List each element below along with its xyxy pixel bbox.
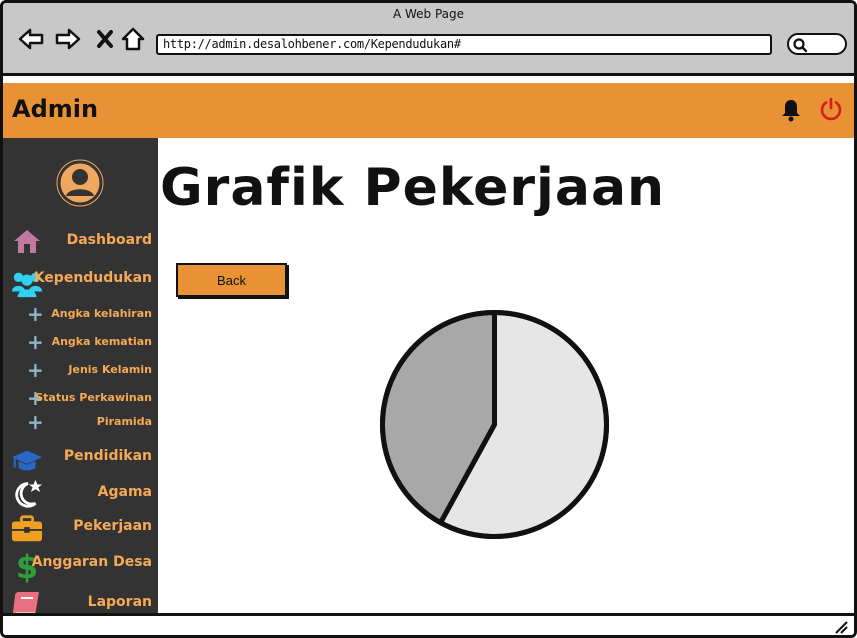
sidebar-item-anggaran-desa[interactable]: $ Anggaran Desa [3,548,158,583]
window-title: A Web Page [392,7,465,21]
status-bar [3,613,854,635]
sidebar-item-pendidikan[interactable]: Pendidikan [3,442,158,472]
sidebar-subitem-status-perkawinan[interactable]: + Status Perkawinan [3,388,158,410]
browser-window: A Web Page http://admin.desalohbener.com… [0,0,857,638]
page-title: Grafik Pekerjaan [160,158,666,218]
app-header: Admin [3,83,854,138]
sidebar-item-pekerjaan[interactable]: Pekerjaan [3,512,158,542]
sidebar-subitem-angka-kematian[interactable]: + Angka kematian [3,332,158,354]
moon-star-icon [11,478,43,508]
sidebar-item-label: Pekerjaan [73,518,152,534]
bell-icon[interactable] [779,98,803,122]
sidebar: Dashboard Kependudukan + Angka kelahiran… [3,138,158,623]
power-icon[interactable] [819,97,843,121]
home-icon [11,226,43,256]
graduation-cap-icon [11,446,43,476]
sidebar-item-kependudukan[interactable]: Kependudukan [3,264,158,298]
back-button[interactable]: Back [176,263,287,297]
plus-icon: + [27,410,44,434]
sidebar-item-agama[interactable]: Agama [3,478,158,508]
sidebar-subitem-label: Jenis Kelamin [68,363,152,376]
sidebar-item-label: Kependudukan [33,270,152,286]
sidebar-item-label: Pendidikan [63,448,152,464]
plus-icon: + [27,302,44,326]
sidebar-item-label: Dashboard [66,232,152,248]
sidebar-subitem-jenis-kelamin[interactable]: + Jenis Kelamin [3,360,158,382]
sidebar-item-label: Anggaran Desa [31,554,152,570]
forward-arrow-icon[interactable] [54,25,82,53]
sidebar-item-label: Laporan [87,594,152,610]
sidebar-subitem-label: Piramida [96,415,152,428]
plus-icon: + [27,358,44,382]
search-icon [793,38,808,53]
sidebar-item-dashboard[interactable]: Dashboard [3,226,158,256]
home-nav-icon[interactable] [119,25,147,53]
sidebar-subitem-label: Angka kematian [51,335,152,348]
pie-chart [380,310,609,539]
sidebar-subitem-piramida[interactable]: + Piramida [3,412,158,434]
close-icon[interactable] [91,25,119,53]
app-title: Admin [12,95,99,123]
sidebar-subitem-label: Angka kelahiran [51,307,152,320]
briefcase-icon [11,514,43,544]
back-arrow-icon[interactable] [17,25,45,53]
sidebar-subitem-label: Status Perkawinan [35,391,152,404]
browser-search[interactable] [787,33,847,55]
avatar[interactable] [55,158,105,208]
plus-icon: + [27,330,44,354]
browser-chrome: A Web Page http://admin.desalohbener.com… [3,3,854,76]
resize-handle-icon[interactable] [834,620,848,634]
sidebar-subitem-angka-kelahiran[interactable]: + Angka kelahiran [3,304,158,326]
sidebar-item-label: Agama [97,484,152,500]
url-bar[interactable]: http://admin.desalohbener.com/Kependuduk… [156,34,772,55]
